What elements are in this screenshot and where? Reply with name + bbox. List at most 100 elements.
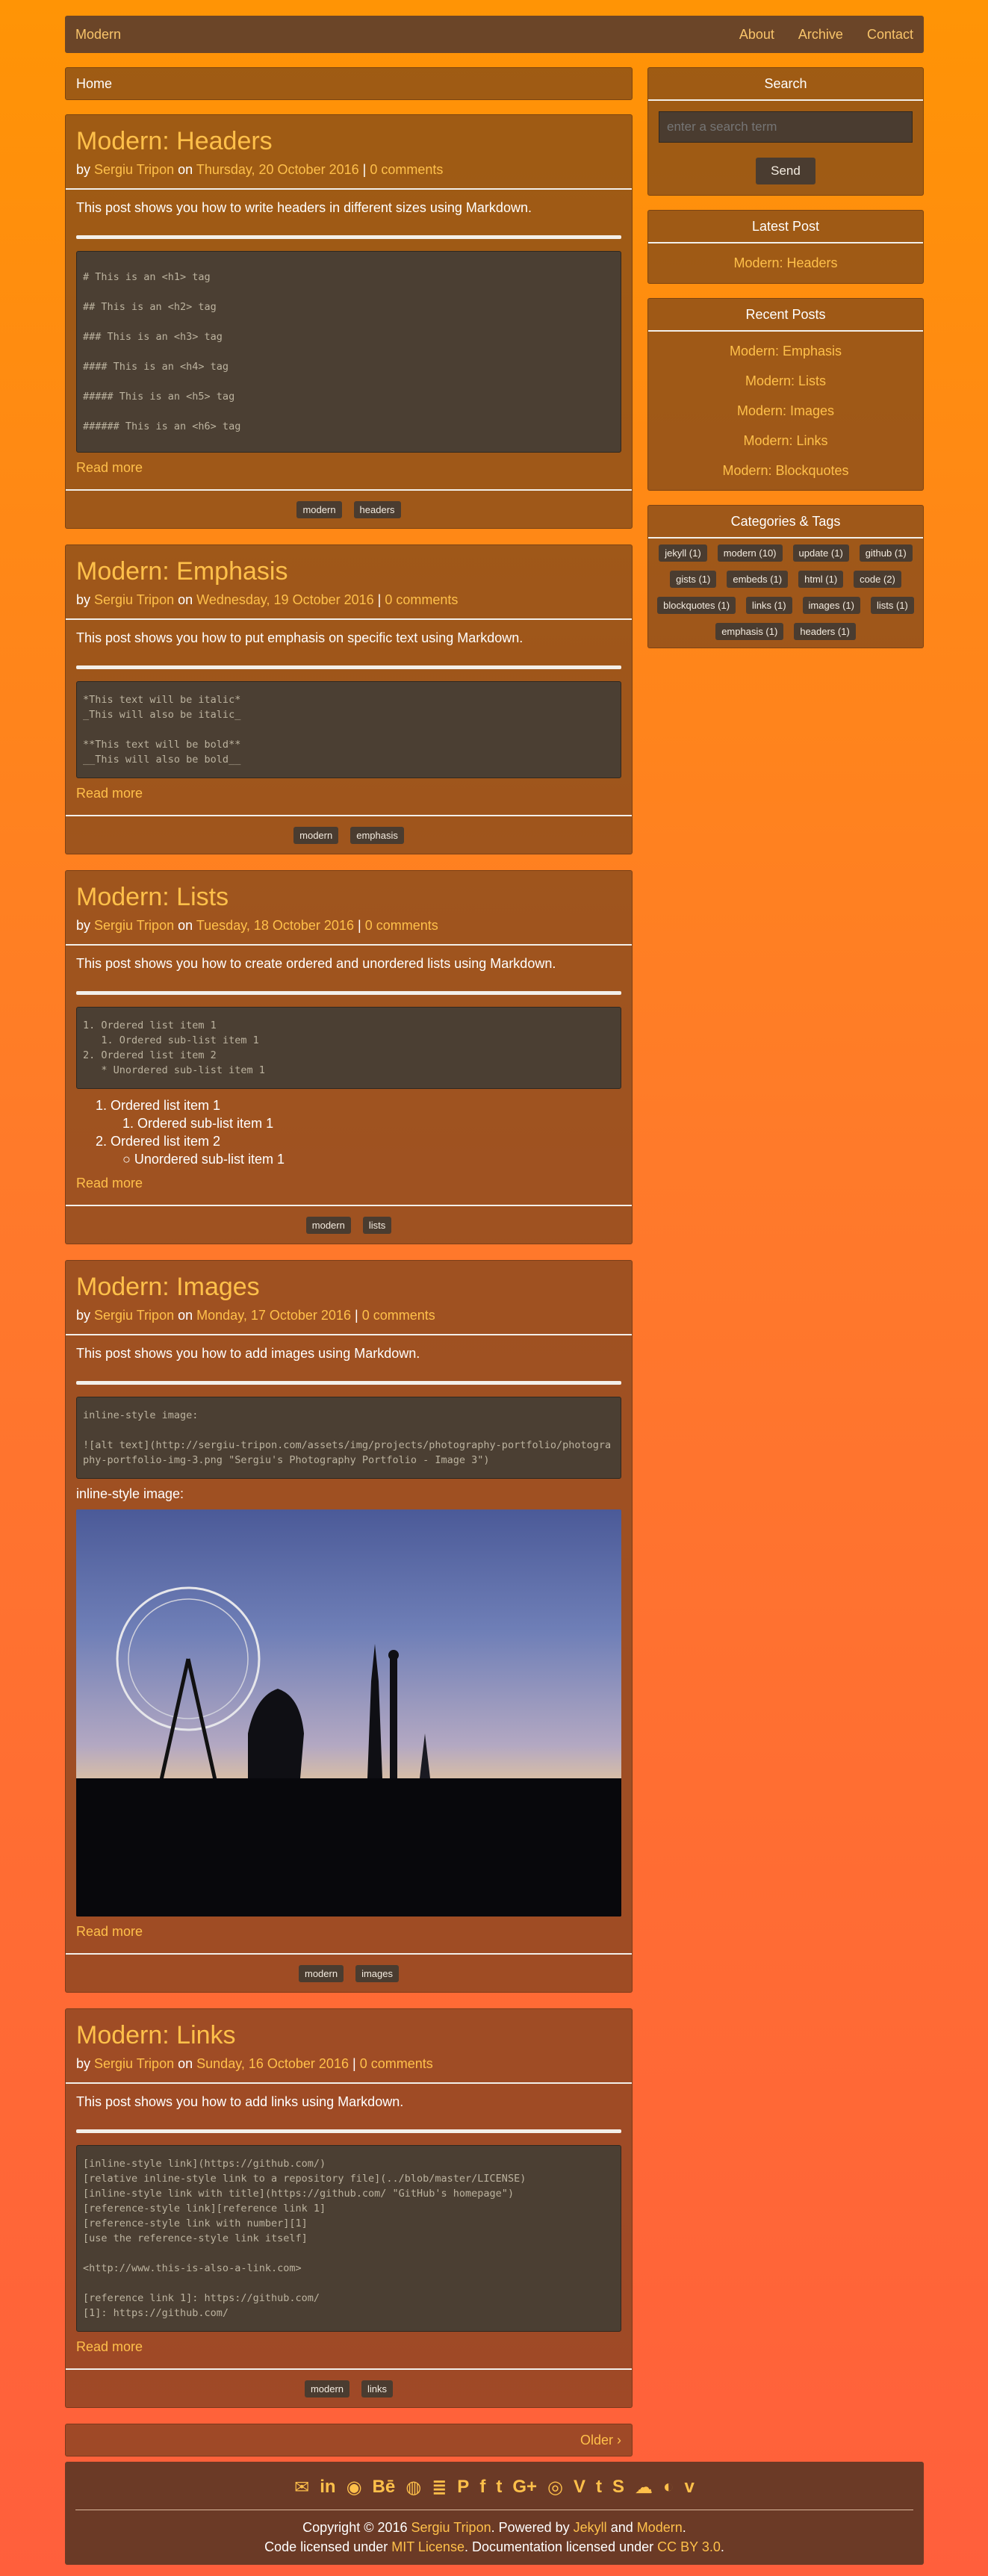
facebook-icon[interactable]: f [479, 2477, 485, 2507]
mit-license-link[interactable]: MIT License [391, 2539, 465, 2554]
list-item: 1. Ordered list item 1 [96, 1098, 221, 1114]
nav-links: About Archive Contact [739, 27, 913, 43]
category-tag[interactable]: github (1) [859, 544, 913, 562]
email-icon[interactable]: ✉ [294, 2477, 309, 2507]
post-tags: modern images [66, 1953, 632, 1992]
paypal-icon[interactable]: P [457, 2477, 469, 2507]
post-excerpt: This post shows you how to create ordere… [76, 956, 556, 972]
code-block: [inline-style link](https://github.com/)… [76, 2145, 621, 2333]
post-card: Modern: Emphasis by Sergiu Tripon on Wed… [65, 544, 633, 855]
tag-links[interactable]: links [361, 2380, 394, 2397]
spotify-icon[interactable]: ◐ [663, 2477, 674, 2507]
dribbble-icon[interactable]: ◍ [406, 2477, 421, 2507]
category-tag[interactable]: jekyll (1) [659, 544, 707, 562]
divider [76, 2129, 621, 2134]
category-tag[interactable]: headers (1) [794, 623, 856, 640]
brand-link[interactable]: Modern [75, 27, 121, 43]
search-input[interactable] [659, 111, 913, 143]
author-link[interactable]: Sergiu Tripon [94, 2056, 174, 2071]
nav-about-link[interactable]: About [739, 27, 774, 43]
recent-post-link[interactable]: Modern: Emphasis [659, 336, 913, 366]
category-tag[interactable]: links (1) [746, 597, 792, 614]
post-title[interactable]: Modern: Emphasis [76, 557, 621, 586]
category-tag[interactable]: lists (1) [870, 597, 914, 614]
category-tag[interactable]: emphasis (1) [715, 623, 784, 640]
tag-modern[interactable]: modern [304, 2380, 350, 2397]
post-title[interactable]: Modern: Links [76, 2021, 621, 2050]
pager: Older › [65, 2424, 633, 2457]
recent-post-link[interactable]: Modern: Lists [659, 366, 913, 396]
comments-link[interactable]: 0 comments [362, 1308, 435, 1323]
category-tag[interactable]: embeds (1) [727, 571, 789, 588]
recent-posts-title: Recent Posts [648, 299, 923, 332]
copyright-line: Copyright © 2016 Sergiu Tripon. Powered … [302, 2520, 686, 2535]
main-column: Home Modern: Headers by Sergiu Tripon on… [65, 67, 633, 2472]
cc-license-link[interactable]: CC BY 3.0 [657, 2539, 721, 2554]
github-icon[interactable]: ◉ [347, 2477, 362, 2507]
post-title[interactable]: Modern: Images [76, 1273, 621, 1302]
category-tag[interactable]: modern (10) [717, 544, 783, 562]
category-tag[interactable]: gists (1) [670, 571, 717, 588]
date-link[interactable]: Monday, 17 October 2016 [196, 1308, 351, 1323]
read-more-link[interactable]: Read more [76, 1176, 143, 1191]
linkedin-icon[interactable]: in [320, 2477, 335, 2507]
read-more-link[interactable]: Read more [76, 1924, 143, 1940]
author-link[interactable]: Sergiu Tripon [411, 2520, 491, 2535]
author-link[interactable]: Sergiu Tripon [94, 162, 174, 177]
vimeo-icon[interactable]: v [684, 2477, 694, 2507]
date-link[interactable]: Sunday, 16 October 2016 [196, 2056, 349, 2071]
stackoverflow-icon[interactable]: ≣ [432, 2477, 447, 2507]
date-link[interactable]: Wednesday, 19 October 2016 [196, 592, 374, 607]
tag-lists[interactable]: lists [362, 1216, 392, 1234]
modern-link[interactable]: Modern [637, 2520, 683, 2535]
jekyll-link[interactable]: Jekyll [574, 2520, 607, 2535]
recent-post-link[interactable]: Modern: Images [659, 396, 913, 426]
comments-link[interactable]: 0 comments [365, 918, 438, 933]
tag-modern[interactable]: modern [293, 826, 339, 844]
behance-icon[interactable]: Bē [373, 2477, 396, 2507]
tag-modern[interactable]: modern [296, 500, 342, 518]
comments-link[interactable]: 0 comments [360, 2056, 433, 2071]
tumblr-icon[interactable]: t [596, 2477, 602, 2507]
author-link[interactable]: Sergiu Tripon [94, 592, 174, 607]
tag-images[interactable]: images [355, 1964, 399, 1982]
recent-post-link[interactable]: Modern: Blockquotes [659, 456, 913, 485]
post-title[interactable]: Modern: Lists [76, 883, 621, 912]
nav-archive-link[interactable]: Archive [798, 27, 843, 43]
date-link[interactable]: Tuesday, 18 October 2016 [196, 918, 354, 933]
category-tag[interactable]: html (1) [798, 571, 844, 588]
nav-contact-link[interactable]: Contact [867, 27, 913, 43]
author-link[interactable]: Sergiu Tripon [94, 1308, 174, 1323]
sidebar: Search Send Latest Post Modern: Headers … [647, 67, 924, 662]
comments-link[interactable]: 0 comments [385, 592, 458, 607]
list-item: ○ Unordered sub-list item 1 [122, 1152, 285, 1167]
vine-icon[interactable]: V [574, 2477, 585, 2507]
tag-modern[interactable]: modern [299, 1964, 344, 1982]
search-widget: Search Send [647, 67, 924, 196]
tag-modern[interactable]: modern [305, 1216, 351, 1234]
author-link[interactable]: Sergiu Tripon [94, 918, 174, 933]
comments-link[interactable]: 0 comments [370, 162, 443, 177]
tag-headers[interactable]: headers [353, 500, 401, 518]
category-tag[interactable]: update (1) [792, 544, 849, 562]
read-more-link[interactable]: Read more [76, 460, 143, 476]
post-tags: modern lists [66, 1205, 632, 1244]
instagram-icon[interactable]: ◎ [547, 2477, 563, 2507]
read-more-link[interactable]: Read more [76, 2339, 143, 2355]
date-link[interactable]: Thursday, 20 October 2016 [196, 162, 359, 177]
category-tag[interactable]: blockquotes (1) [657, 597, 736, 614]
soundcloud-icon[interactable]: ☁ [635, 2477, 653, 2507]
post-title[interactable]: Modern: Headers [76, 127, 621, 156]
latest-post-link[interactable]: Modern: Headers [733, 255, 837, 270]
tag-emphasis[interactable]: emphasis [350, 826, 404, 844]
breadcrumb-home[interactable]: Home [76, 76, 112, 92]
older-link[interactable]: Older › [580, 2433, 621, 2448]
category-tag[interactable]: images (1) [802, 597, 860, 614]
skype-icon[interactable]: S [612, 2477, 624, 2507]
send-button[interactable]: Send [756, 158, 815, 184]
twitter-icon[interactable]: t [496, 2477, 502, 2507]
googleplus-icon[interactable]: G+ [512, 2477, 537, 2507]
read-more-link[interactable]: Read more [76, 786, 143, 801]
category-tag[interactable]: code (2) [854, 571, 901, 588]
recent-post-link[interactable]: Modern: Links [659, 426, 913, 456]
